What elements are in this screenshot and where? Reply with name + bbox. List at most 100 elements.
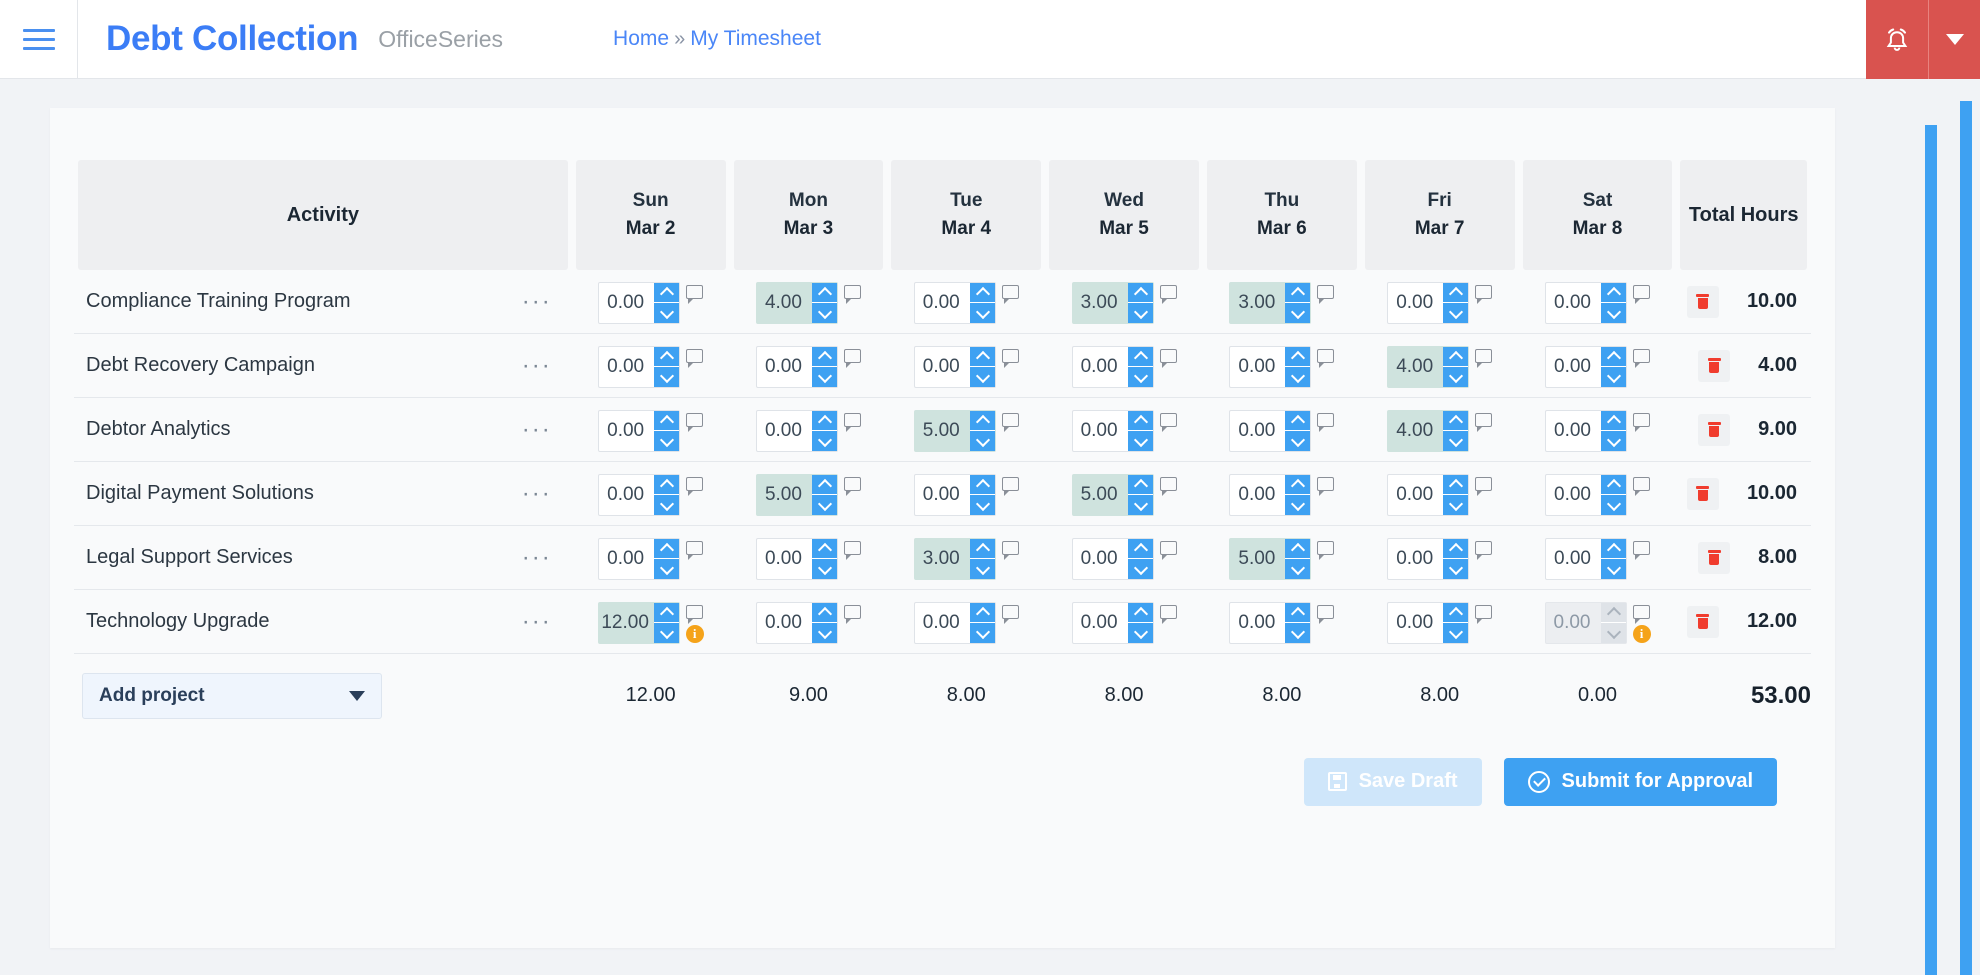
comment-bubble-icon[interactable] [1633, 413, 1650, 427]
hours-decrement-button[interactable] [970, 558, 995, 579]
comment-bubble-icon[interactable] [1160, 285, 1177, 299]
hours-decrement-button[interactable] [1601, 558, 1626, 579]
comment-bubble-icon[interactable] [1633, 349, 1650, 363]
row-menu-button[interactable]: ··· [516, 418, 558, 442]
hours-increment-button[interactable] [1128, 283, 1153, 303]
comment-bubble-icon[interactable] [844, 413, 861, 427]
hours-decrement-button[interactable] [654, 430, 679, 451]
hours-increment-button[interactable] [970, 539, 995, 559]
hours-input[interactable]: 0.00 [1545, 410, 1627, 452]
comment-bubble-icon[interactable] [1633, 285, 1650, 299]
row-menu-button[interactable]: ··· [516, 546, 558, 570]
alarm-bell-icon[interactable] [1866, 0, 1928, 79]
comment-bubble-icon[interactable] [1475, 413, 1492, 427]
hours-increment-button[interactable] [1443, 603, 1468, 623]
inner-scrollbar[interactable] [1925, 125, 1937, 975]
hours-input[interactable]: 0.00 [1229, 602, 1311, 644]
comment-bubble-icon[interactable] [844, 605, 861, 619]
hours-input[interactable]: 0.00 [1545, 538, 1627, 580]
hours-input[interactable]: 3.00 [1229, 282, 1311, 324]
hours-input[interactable]: 0.00 [756, 538, 838, 580]
delete-row-button[interactable] [1687, 606, 1719, 638]
hours-input[interactable]: 0.00 [1387, 538, 1469, 580]
comment-bubble-icon[interactable] [686, 349, 703, 363]
hours-input[interactable]: 0.00 [756, 602, 838, 644]
hours-input[interactable]: 0.00 [1229, 346, 1311, 388]
comment-bubble-icon[interactable] [1475, 541, 1492, 555]
hours-increment-button[interactable] [1285, 539, 1310, 559]
hours-decrement-button[interactable] [654, 302, 679, 323]
hours-increment-button[interactable] [1601, 411, 1626, 431]
hours-increment-button[interactable] [812, 475, 837, 495]
hours-increment-button[interactable] [1443, 347, 1468, 367]
hours-increment-button[interactable] [1128, 603, 1153, 623]
comment-bubble-icon[interactable] [844, 477, 861, 491]
add-project-dropdown[interactable]: Add project [82, 673, 382, 719]
hours-input[interactable]: 0.00 [1229, 410, 1311, 452]
comment-bubble-icon[interactable] [844, 349, 861, 363]
hours-decrement-button[interactable] [970, 302, 995, 323]
hours-input[interactable]: 3.00 [1072, 282, 1154, 324]
hours-input[interactable]: 0.00 [914, 282, 996, 324]
hours-decrement-button[interactable] [1601, 302, 1626, 323]
submit-for-approval-button[interactable]: Submit for Approval [1504, 758, 1777, 806]
hours-input[interactable]: 0.00 [914, 474, 996, 516]
hours-increment-button[interactable] [1128, 539, 1153, 559]
hours-decrement-button[interactable] [1601, 430, 1626, 451]
comment-bubble-icon[interactable] [1317, 541, 1334, 555]
comment-bubble-icon[interactable] [1475, 285, 1492, 299]
row-menu-button[interactable]: ··· [516, 354, 558, 378]
hours-decrement-button[interactable] [1601, 494, 1626, 515]
row-menu-button[interactable]: ··· [516, 482, 558, 506]
comment-bubble-icon[interactable] [1633, 477, 1650, 491]
hours-decrement-button[interactable] [1285, 366, 1310, 387]
hours-input[interactable]: 0.00 [914, 602, 996, 644]
comment-bubble-icon[interactable] [686, 413, 703, 427]
hours-input[interactable]: 0.00 [1072, 410, 1154, 452]
hours-input[interactable]: 0.00 [1545, 346, 1627, 388]
comment-bubble-icon[interactable] [1317, 285, 1334, 299]
hours-increment-button[interactable] [970, 411, 995, 431]
hours-input[interactable]: 0.00 [1387, 282, 1469, 324]
hours-increment-button[interactable] [1285, 347, 1310, 367]
hours-input[interactable]: 0.00 [1387, 602, 1469, 644]
comment-bubble-icon[interactable] [1002, 541, 1019, 555]
page-scrollbar[interactable] [1960, 101, 1972, 975]
hours-decrement-button[interactable] [1128, 366, 1153, 387]
hours-increment-button[interactable] [654, 603, 679, 623]
row-menu-button[interactable]: ··· [516, 290, 558, 314]
hours-decrement-button[interactable] [1285, 494, 1310, 515]
comment-bubble-icon[interactable] [686, 285, 703, 299]
hours-input[interactable]: 5.00 [1072, 474, 1154, 516]
hours-decrement-button[interactable] [1443, 430, 1468, 451]
hours-input[interactable]: 0.00 [1072, 538, 1154, 580]
hours-increment-button[interactable] [812, 603, 837, 623]
hours-increment-button[interactable] [970, 475, 995, 495]
hours-decrement-button[interactable] [1128, 494, 1153, 515]
hours-input[interactable]: 0.00 [1387, 474, 1469, 516]
comment-bubble-icon[interactable] [1002, 605, 1019, 619]
hours-increment-button[interactable] [1443, 411, 1468, 431]
comment-bubble-icon[interactable] [844, 541, 861, 555]
hours-input[interactable]: 4.00 [1387, 346, 1469, 388]
hours-input[interactable]: 12.00 [598, 602, 680, 644]
hours-input[interactable]: 0.00 [914, 346, 996, 388]
delete-row-button[interactable] [1698, 414, 1730, 446]
hours-increment-button[interactable] [1443, 283, 1468, 303]
hours-decrement-button[interactable] [1128, 302, 1153, 323]
comment-bubble-icon[interactable] [686, 605, 703, 619]
comment-bubble-icon[interactable] [1633, 605, 1650, 619]
comment-bubble-icon[interactable] [1002, 349, 1019, 363]
hours-input[interactable]: 5.00 [914, 410, 996, 452]
hours-input[interactable]: 0.00 [598, 410, 680, 452]
hours-decrement-button[interactable] [1285, 430, 1310, 451]
hours-decrement-button[interactable] [1285, 302, 1310, 323]
hours-decrement-button[interactable] [970, 366, 995, 387]
comment-bubble-icon[interactable] [1317, 605, 1334, 619]
hours-decrement-button[interactable] [812, 494, 837, 515]
hours-input[interactable]: 0.00 [598, 474, 680, 516]
hours-increment-button[interactable] [812, 539, 837, 559]
hours-decrement-button[interactable] [654, 494, 679, 515]
comment-bubble-icon[interactable] [1002, 413, 1019, 427]
hours-increment-button[interactable] [1601, 283, 1626, 303]
